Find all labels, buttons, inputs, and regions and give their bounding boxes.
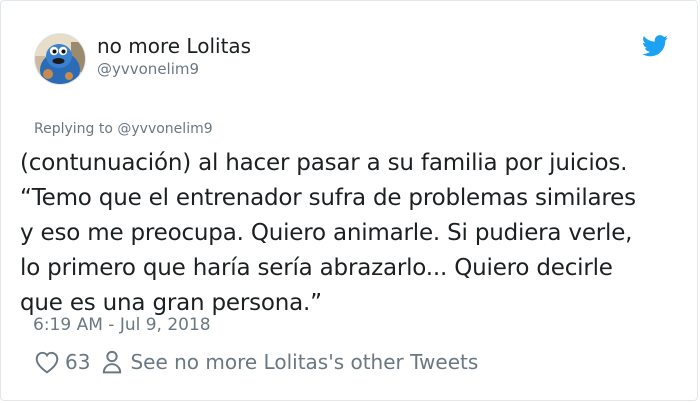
reply-mention-link[interactable]: @yvvonelim9 xyxy=(117,121,212,137)
other-tweets-link[interactable]: See no more Lolitas's other Tweets xyxy=(130,350,478,374)
tweet-line: “Temo que el entrenador sufra de problem… xyxy=(20,185,636,211)
like-count[interactable]: 63 xyxy=(65,350,90,374)
tweet-line: lo primero que haría sería abrazarlo... … xyxy=(20,255,613,281)
twitter-bird-icon[interactable] xyxy=(642,35,668,57)
avatar[interactable] xyxy=(34,33,86,85)
tweet-timestamp[interactable]: 6:19 AM - Jul 9, 2018 xyxy=(33,314,211,336)
heart-icon[interactable] xyxy=(34,350,60,374)
tweet-line: y eso me preocupa. Quiero animarle. Si p… xyxy=(20,220,633,246)
user-handle[interactable]: @yvvonelim9 xyxy=(97,59,199,79)
avatar-image xyxy=(35,34,85,84)
tweet-actions: 63 See no more Lolitas's other Tweets xyxy=(34,347,478,377)
display-name[interactable]: no more Lolitas xyxy=(97,33,251,59)
replying-prefix: Replying to xyxy=(34,121,118,137)
tweet-line: (contunuación) al hacer pasar a su famil… xyxy=(20,150,628,176)
tweet-text: (contunuación) al hacer pasar a su famil… xyxy=(20,146,695,321)
tweet-card: no more Lolitas @yvvonelim9 Replying to … xyxy=(0,0,698,401)
replying-to: Replying to @yvvonelim9 xyxy=(34,120,213,138)
person-icon xyxy=(103,350,122,374)
